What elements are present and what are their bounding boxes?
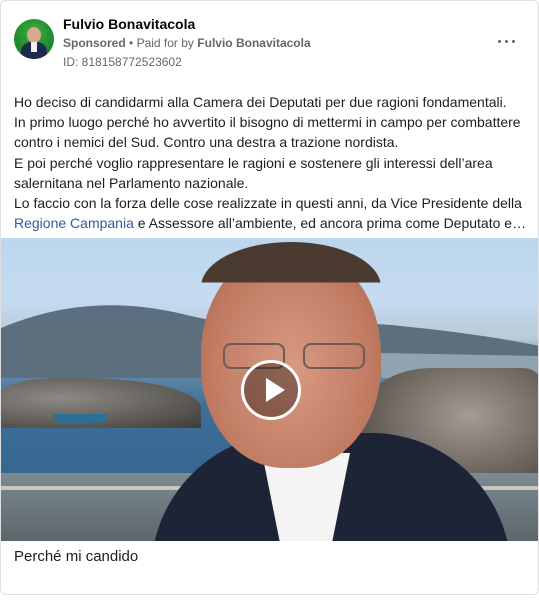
play-button[interactable]	[241, 360, 301, 420]
more-horizontal-icon	[512, 40, 515, 43]
body-line-rest: e Assessore all’ambiente, ed ancora prim…	[133, 215, 527, 232]
advertiser-avatar[interactable]	[14, 19, 54, 59]
video-player[interactable]	[1, 238, 538, 541]
boat	[53, 414, 108, 423]
ad-header: Fulvio Bonavitacola Sponsored • Paid for…	[1, 1, 538, 81]
body-line: In primo luogo perché ho avvertito il bi…	[14, 114, 521, 131]
body-line: E poi perché voglio rappresentare le rag…	[14, 154, 493, 171]
sponsored-label: Sponsored	[63, 36, 126, 50]
body-line: Lo faccio con la forza delle cose realiz…	[14, 195, 522, 212]
ad-body-text: Ho deciso di candidarmi alla Camera dei …	[14, 92, 529, 233]
video-caption[interactable]: Perché mi candido	[14, 548, 138, 565]
body-line: Regione Campania e Assessore all’ambient…	[14, 213, 529, 233]
avatar-shirt	[31, 42, 37, 52]
more-horizontal-icon	[498, 40, 501, 43]
speaker-glasses	[223, 343, 373, 371]
ad-card: Fulvio Bonavitacola Sponsored • Paid for…	[0, 0, 539, 595]
avatar-head	[27, 27, 41, 43]
body-line: Ho deciso di candidarmi alla Camera dei …	[14, 94, 507, 110]
ad-id: ID: 818158772523602	[63, 55, 182, 69]
body-line: contro i nemici del Sud. Contro una dest…	[14, 134, 399, 151]
more-horizontal-icon	[505, 40, 508, 43]
regione-campania-link[interactable]: Regione Campania	[14, 215, 134, 231]
advertiser-name[interactable]: Fulvio Bonavitacola	[63, 16, 195, 32]
more-options-button[interactable]	[495, 31, 519, 51]
body-line: salernitana nel Parlamento nazionale.	[14, 174, 249, 191]
payer-name: Fulvio Bonavitacola	[197, 36, 311, 50]
sponsorship-line: Sponsored • Paid for by Fulvio Bonavitac…	[63, 36, 311, 50]
play-icon	[266, 378, 285, 402]
meta-separator: •	[129, 36, 134, 50]
paid-for-prefix: Paid for by	[136, 36, 194, 50]
